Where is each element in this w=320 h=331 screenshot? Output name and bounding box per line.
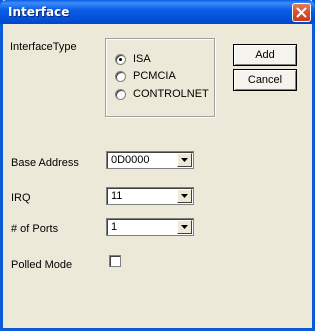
irq-label: IRQ <box>11 192 31 204</box>
chevron-down-icon <box>181 225 188 229</box>
base-address-dropdown-button[interactable] <box>177 153 192 167</box>
cancel-button[interactable]: Cancel <box>233 69 297 91</box>
dialog-content: InterfaceType ISA PCMCIA CONTROLNET Add … <box>3 24 312 328</box>
radio-button-isa[interactable] <box>115 53 126 65</box>
base-address-label: Base Address <box>11 157 79 169</box>
radio-label-controlnet: CONTROLNET <box>133 88 209 100</box>
chevron-down-icon <box>181 194 188 198</box>
radio-label-pcmcia: PCMCIA <box>133 70 176 82</box>
ports-label: # of Ports <box>11 223 59 235</box>
interface-type-group: ISA PCMCIA CONTROLNET <box>105 38 215 117</box>
polled-mode-checkbox[interactable] <box>109 255 121 267</box>
ports-dropdown-button[interactable] <box>177 220 192 234</box>
title-bar[interactable]: Interface <box>0 0 315 24</box>
radio-isa[interactable]: ISA <box>115 52 151 66</box>
irq-combo[interactable]: 11 <box>106 187 194 205</box>
base-address-combo[interactable]: 0D0000 <box>106 151 194 169</box>
interface-dialog: Interface InterfaceType ISA PCMCIA CONTR… <box>0 0 315 331</box>
irq-dropdown-button[interactable] <box>177 189 192 203</box>
polled-mode-label: Polled Mode <box>11 259 73 271</box>
chevron-down-icon <box>181 158 188 162</box>
ports-combo[interactable]: 1 <box>106 218 194 236</box>
ports-value: 1 <box>111 221 118 233</box>
radio-pcmcia[interactable]: PCMCIA <box>115 69 176 83</box>
base-address-value: 0D0000 <box>111 154 150 166</box>
close-button[interactable] <box>292 3 311 22</box>
radio-button-pcmcia[interactable] <box>115 70 126 82</box>
add-button[interactable]: Add <box>233 44 297 66</box>
radio-button-controlnet[interactable] <box>115 88 126 100</box>
window-title: Interface <box>8 5 70 19</box>
interface-type-label: InterfaceType <box>10 41 77 53</box>
irq-value: 11 <box>111 190 123 202</box>
radio-label-isa: ISA <box>133 53 151 65</box>
close-icon <box>296 7 307 18</box>
radio-controlnet[interactable]: CONTROLNET <box>115 87 209 101</box>
